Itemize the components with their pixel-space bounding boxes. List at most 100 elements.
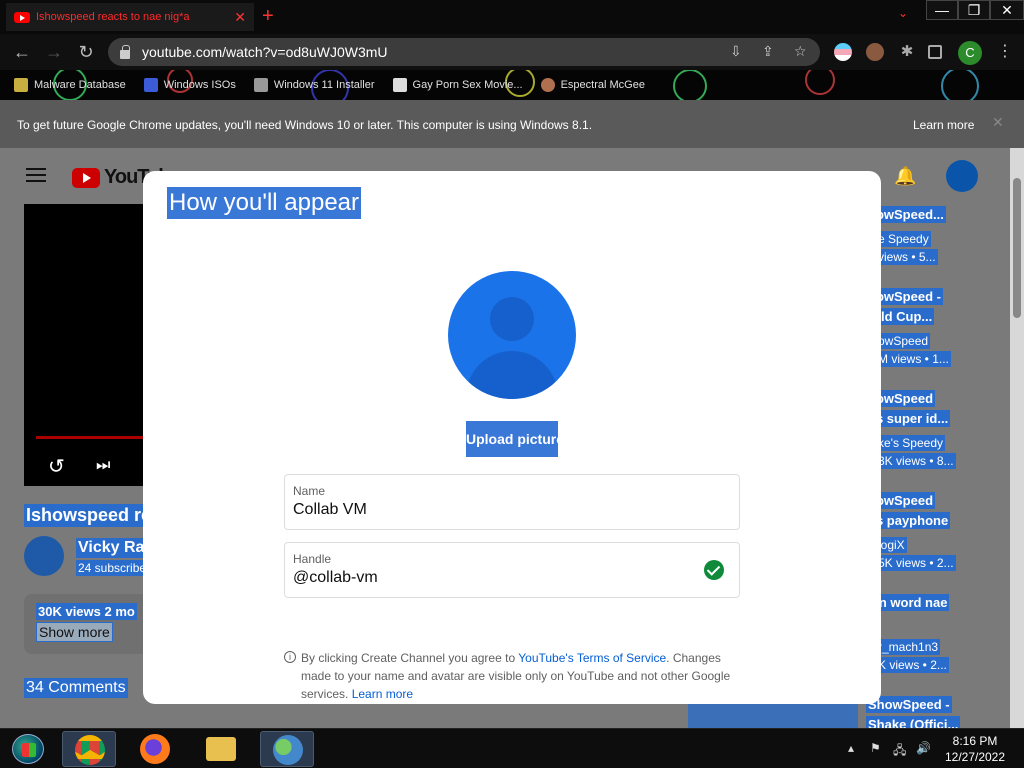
terms-notice: By clicking Create Channel you agree to … (301, 649, 741, 703)
install-app-icon[interactable]: ⇩ (730, 43, 742, 60)
terms-of-service-link[interactable]: YouTube's Terms of Service (518, 651, 666, 665)
avatar-body-shape (466, 351, 558, 399)
rec-channel: e Speedy (876, 231, 931, 247)
infobar-learn-more-link[interactable]: Learn more (913, 118, 974, 132)
channel-subscribers: 24 subscribe (76, 560, 149, 576)
avatar-head-shape (490, 297, 534, 341)
video-views: 30K views 2 mo (36, 603, 137, 620)
tab-search-icon[interactable]: ⌄ (898, 6, 908, 20)
system-clock[interactable]: 8:16 PM 12/27/2022 (940, 733, 1010, 765)
bookmark-windows-11-installer[interactable]: Windows 11 Installer (253, 78, 375, 92)
handle-input[interactable] (293, 569, 693, 587)
rec-channel: owSpeed (876, 333, 931, 349)
reload-button[interactable]: ↻ (74, 40, 98, 64)
bookmarks-bar: Malware Database Windows ISOs Windows 11… (0, 70, 1024, 100)
volume-icon[interactable]: 🔊 (916, 741, 931, 755)
handle-available-check-icon (704, 560, 724, 580)
forward-button[interactable]: → (42, 40, 66, 64)
network-icon[interactable]: 🖧 (893, 741, 906, 762)
maximize-button[interactable]: ❐ (958, 0, 990, 20)
folder-icon (206, 737, 236, 761)
avatar-icon (540, 78, 555, 92)
lock-icon (120, 44, 130, 59)
hamburger-menu-icon[interactable] (26, 168, 46, 182)
minimize-button[interactable]: — (926, 0, 958, 20)
rec-meta: 3K views • 8... (876, 453, 956, 469)
extension-avatar-icon[interactable] (866, 43, 884, 61)
bookmark-label: Espectral McGee (560, 79, 645, 91)
infobar-close-button[interactable]: ✕ (992, 114, 1004, 131)
site-icon (392, 78, 407, 92)
start-button[interactable] (6, 731, 50, 767)
bookmark-label: Malware Database (34, 79, 126, 91)
firefox-icon (140, 734, 170, 764)
create-channel-dialog: How you'll appear Upload picture Name Ha… (143, 171, 881, 704)
bookmark-label: Windows 11 Installer (273, 79, 375, 91)
terms-prefix: By clicking Create Channel you agree to (301, 651, 519, 665)
profile-avatar-button[interactable]: C (958, 41, 982, 65)
people-icon (273, 735, 303, 765)
infobar-message: To get future Google Chrome updates, you… (17, 118, 593, 132)
clock-date: 12/27/2022 (944, 750, 1006, 764)
taskbar-file-explorer[interactable] (194, 731, 248, 767)
browser-tab-active[interactable]: Ishowspeed reacts to nae nig*a ✕ (6, 3, 254, 31)
update-infobar: To get future Google Chrome updates, you… (0, 100, 1024, 148)
rec-title-line2[interactable]: Shake (Offici... (866, 716, 961, 728)
taskbar-collab-app[interactable] (260, 731, 314, 767)
chrome-icon (75, 735, 105, 765)
show-more-button[interactable]: Show more (36, 622, 113, 642)
extension-flag-icon[interactable] (834, 43, 852, 61)
skull-icon (14, 78, 28, 92)
scrollbar-thumb[interactable] (1013, 178, 1021, 318)
close-window-button[interactable]: ✕ (990, 0, 1024, 20)
handle-field[interactable]: Handle (284, 542, 740, 598)
rec-thumbnail[interactable] (688, 704, 858, 728)
page-scrollbar[interactable] (1010, 148, 1024, 728)
browser-titlebar: Ishowspeed reacts to nae nig*a ✕ + ⌄ — ❐… (0, 0, 1024, 34)
extensions-puzzle-icon[interactable]: ✱ (898, 43, 916, 61)
name-field-label: Name (293, 484, 326, 498)
back-button[interactable]: ← (10, 40, 34, 64)
rec-meta: 5K views • 2... (876, 555, 956, 571)
action-center-flag-icon[interactable]: ⚑ (870, 741, 881, 755)
bookmark-windows-isos[interactable]: Windows ISOs (143, 78, 236, 92)
browser-toolbar: ← → ↻ youtube.com/watch?v=od8uWJ0W3mU ⇩ … (0, 34, 1024, 70)
terms-learn-more-link[interactable]: Learn more (352, 687, 413, 701)
profile-picture-avatar[interactable] (448, 271, 576, 399)
new-tab-button[interactable]: + (262, 6, 274, 26)
next-video-icon[interactable]: ⏭ (96, 457, 110, 475)
rec-channel: ke's Speedy (876, 435, 945, 451)
rec-meta: K views • 2... (876, 657, 949, 673)
name-field[interactable]: Name (284, 474, 740, 530)
bookmark-site[interactable]: Gay Porn Sex Movie... (392, 78, 523, 92)
tab-title: Ishowspeed reacts to nae nig*a (36, 11, 190, 23)
account-avatar[interactable] (946, 160, 978, 192)
tab-close-button[interactable]: ✕ (234, 9, 246, 26)
installer-icon (253, 78, 268, 92)
handle-field-label: Handle (293, 552, 332, 566)
share-icon[interactable]: ⇪ (762, 43, 774, 60)
youtube-favicon-icon (14, 11, 30, 23)
upload-picture-button[interactable]: Upload picture (466, 421, 564, 457)
bookmark-star-icon[interactable]: ☆ (794, 43, 807, 60)
address-bar[interactable]: youtube.com/watch?v=od8uWJ0W3mU ⇩ ⇪ ☆ (108, 38, 820, 66)
rec-channel: r_mach1n3 (876, 639, 941, 655)
show-hidden-icons-icon[interactable]: ▴ (848, 741, 854, 755)
channel-avatar[interactable] (24, 536, 64, 576)
chrome-menu-icon[interactable]: ⋮ (996, 43, 1014, 61)
youtube-logo-icon (72, 167, 100, 188)
windows-start-icon (12, 734, 44, 764)
taskbar-firefox[interactable] (128, 731, 182, 767)
rec-meta: M views • 1... (876, 351, 951, 367)
url-text[interactable]: youtube.com/watch?v=od8uWJ0W3mU (142, 44, 388, 60)
comments-count: 34 Comments (24, 678, 128, 698)
bookmark-malware-database[interactable]: Malware Database (14, 78, 126, 92)
side-panel-icon[interactable] (928, 45, 942, 59)
name-input[interactable] (293, 501, 693, 519)
video-title: Ishowspeed re (24, 504, 154, 527)
rec-meta: views • 5... (876, 249, 938, 265)
bookmark-espectral-mcgee[interactable]: Espectral McGee (540, 78, 645, 92)
notifications-bell-icon[interactable]: 🔔 (894, 166, 916, 187)
taskbar-chrome[interactable] (62, 731, 116, 767)
replay-icon[interactable]: ↺ (48, 454, 65, 479)
